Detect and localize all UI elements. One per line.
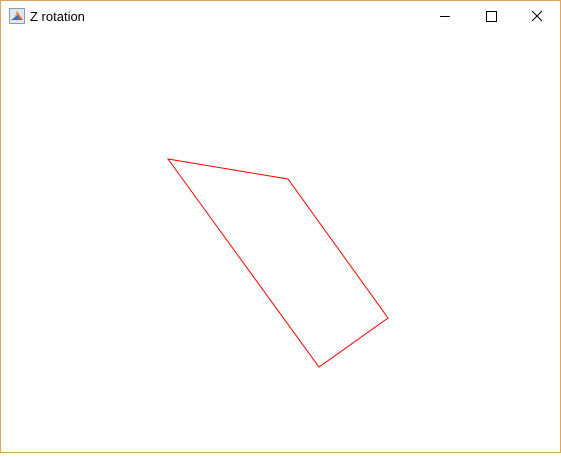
rotated-quadrilateral <box>166 158 389 368</box>
plot-area <box>166 158 389 368</box>
maximize-button[interactable] <box>468 1 514 32</box>
close-icon <box>531 10 543 22</box>
matlab-app-icon <box>9 8 25 24</box>
window-title: Z rotation <box>30 9 85 24</box>
figure-window: Z rotation <box>0 0 561 453</box>
close-button[interactable] <box>514 1 560 32</box>
maximize-icon <box>486 11 497 22</box>
title-bar[interactable]: Z rotation <box>1 1 560 32</box>
minimize-icon <box>440 16 450 17</box>
minimize-button[interactable] <box>422 1 468 32</box>
figure-canvas[interactable] <box>1 32 560 452</box>
